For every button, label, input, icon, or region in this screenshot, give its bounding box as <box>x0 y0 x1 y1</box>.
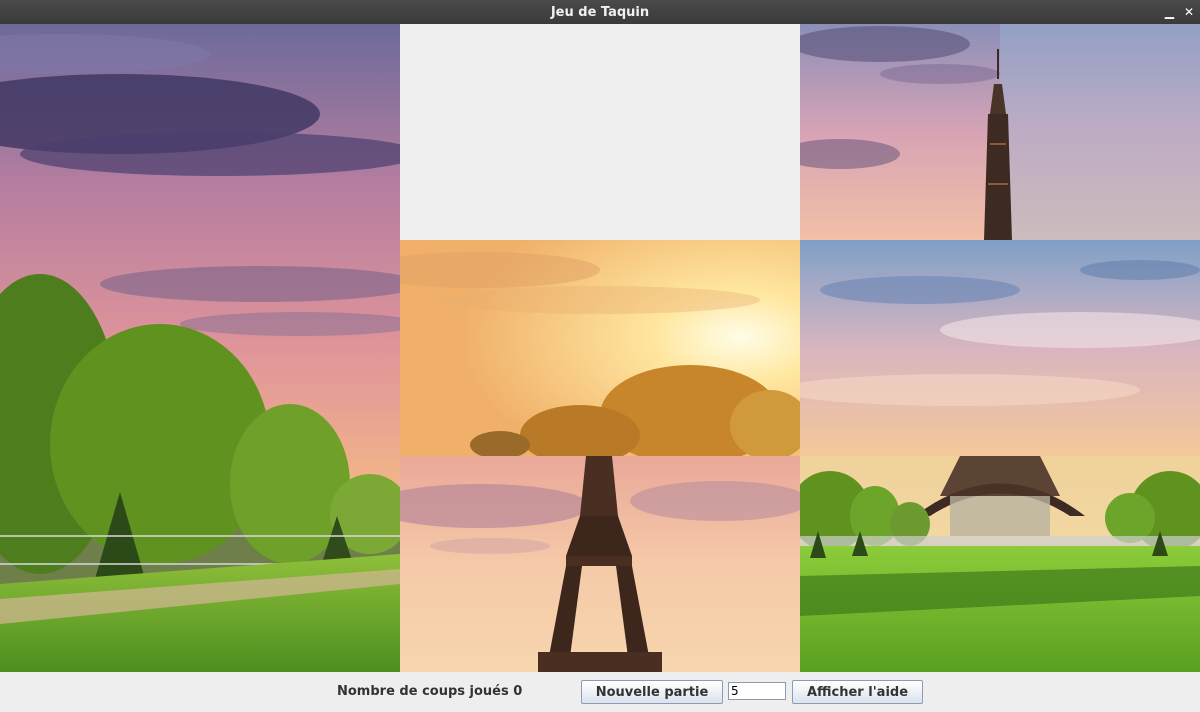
close-icon[interactable]: ✕ <box>1184 0 1194 24</box>
puzzle-tile-left-column[interactable] <box>0 24 400 672</box>
puzzle-tile-sunset-trees[interactable] <box>400 240 800 456</box>
puzzle-tile-sky[interactable] <box>800 240 1200 456</box>
puzzle-tile-empty[interactable] <box>400 24 800 240</box>
status-bar: Nombre de coups joués 0 Nouvelle partie … <box>0 672 1200 712</box>
window-titlebar: Jeu de Taquin ▁ ✕ <box>0 0 1200 24</box>
puzzle-tile-tower-base[interactable] <box>400 456 800 672</box>
minimize-icon[interactable]: ▁ <box>1165 0 1174 24</box>
puzzle-tile-park[interactable] <box>800 456 1200 672</box>
puzzle-tile-tower-top[interactable] <box>800 24 1200 240</box>
window-title: Jeu de Taquin <box>550 4 650 20</box>
moves-counter-label: Nombre de coups joués 0 <box>337 684 523 699</box>
window-controls: ▁ ✕ <box>1165 0 1194 24</box>
size-input[interactable] <box>728 682 786 700</box>
show-help-button[interactable]: Afficher l'aide <box>792 680 923 704</box>
new-game-button[interactable]: Nouvelle partie <box>581 680 723 704</box>
puzzle-board <box>0 24 1200 672</box>
